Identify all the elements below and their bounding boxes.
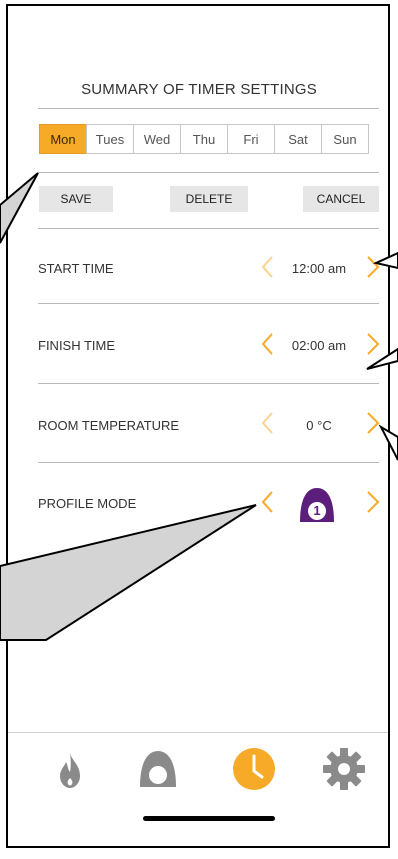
finish-time-label: FINISH TIME	[38, 338, 116, 353]
divider	[38, 383, 379, 384]
temperature-up-chevron-icon[interactable]	[362, 410, 384, 436]
day-wed[interactable]: Wed	[133, 124, 181, 154]
room-temperature-label: ROOM TEMPERATURE	[38, 418, 180, 433]
flame-icon[interactable]	[46, 745, 94, 793]
delete-button[interactable]: DELETE	[170, 186, 248, 212]
day-sat[interactable]: Sat	[274, 124, 322, 154]
divider	[38, 228, 379, 229]
save-button[interactable]: SAVE	[39, 186, 113, 212]
cancel-button[interactable]: CANCEL	[303, 186, 379, 212]
clock-icon[interactable]	[230, 745, 278, 793]
start-time-next-chevron-icon[interactable]	[362, 254, 384, 280]
page-title: SUMMARY OF TIMER SETTINGS	[81, 81, 317, 98]
profile-mode-value: 1	[313, 503, 321, 518]
start-time-value: 12:00 am	[291, 261, 347, 276]
divider	[38, 462, 379, 463]
day-thu[interactable]: Thu	[180, 124, 228, 154]
home-indicator	[143, 816, 275, 821]
start-time-prev-chevron-icon[interactable]	[257, 254, 279, 280]
finish-time-next-chevron-icon[interactable]	[362, 331, 384, 357]
day-mon[interactable]: Mon	[39, 124, 87, 154]
tab-bar	[8, 732, 388, 813]
finish-time-value: 02:00 am	[291, 338, 347, 353]
divider	[38, 108, 379, 109]
day-sun[interactable]: Sun	[321, 124, 369, 154]
profile-next-chevron-icon[interactable]	[362, 489, 384, 515]
temperature-down-chevron-icon[interactable]	[257, 410, 279, 436]
day-fri[interactable]: Fri	[227, 124, 275, 154]
divider	[38, 303, 379, 304]
profile-mode-label: PROFILE MODE	[38, 496, 137, 511]
profile-prev-chevron-icon[interactable]	[257, 489, 279, 515]
room-temperature-value: 0 °C	[306, 418, 332, 433]
finish-time-prev-chevron-icon[interactable]	[257, 331, 279, 357]
gear-icon[interactable]	[320, 745, 368, 793]
profile-icon[interactable]	[134, 745, 182, 793]
start-time-label: START TIME	[38, 261, 114, 276]
divider	[38, 172, 379, 173]
profile-mode-badge[interactable]: 1	[296, 484, 338, 526]
day-tues[interactable]: Tues	[86, 124, 134, 154]
day-selector: Mon Tues Wed Thu Fri Sat Sun	[39, 124, 369, 156]
